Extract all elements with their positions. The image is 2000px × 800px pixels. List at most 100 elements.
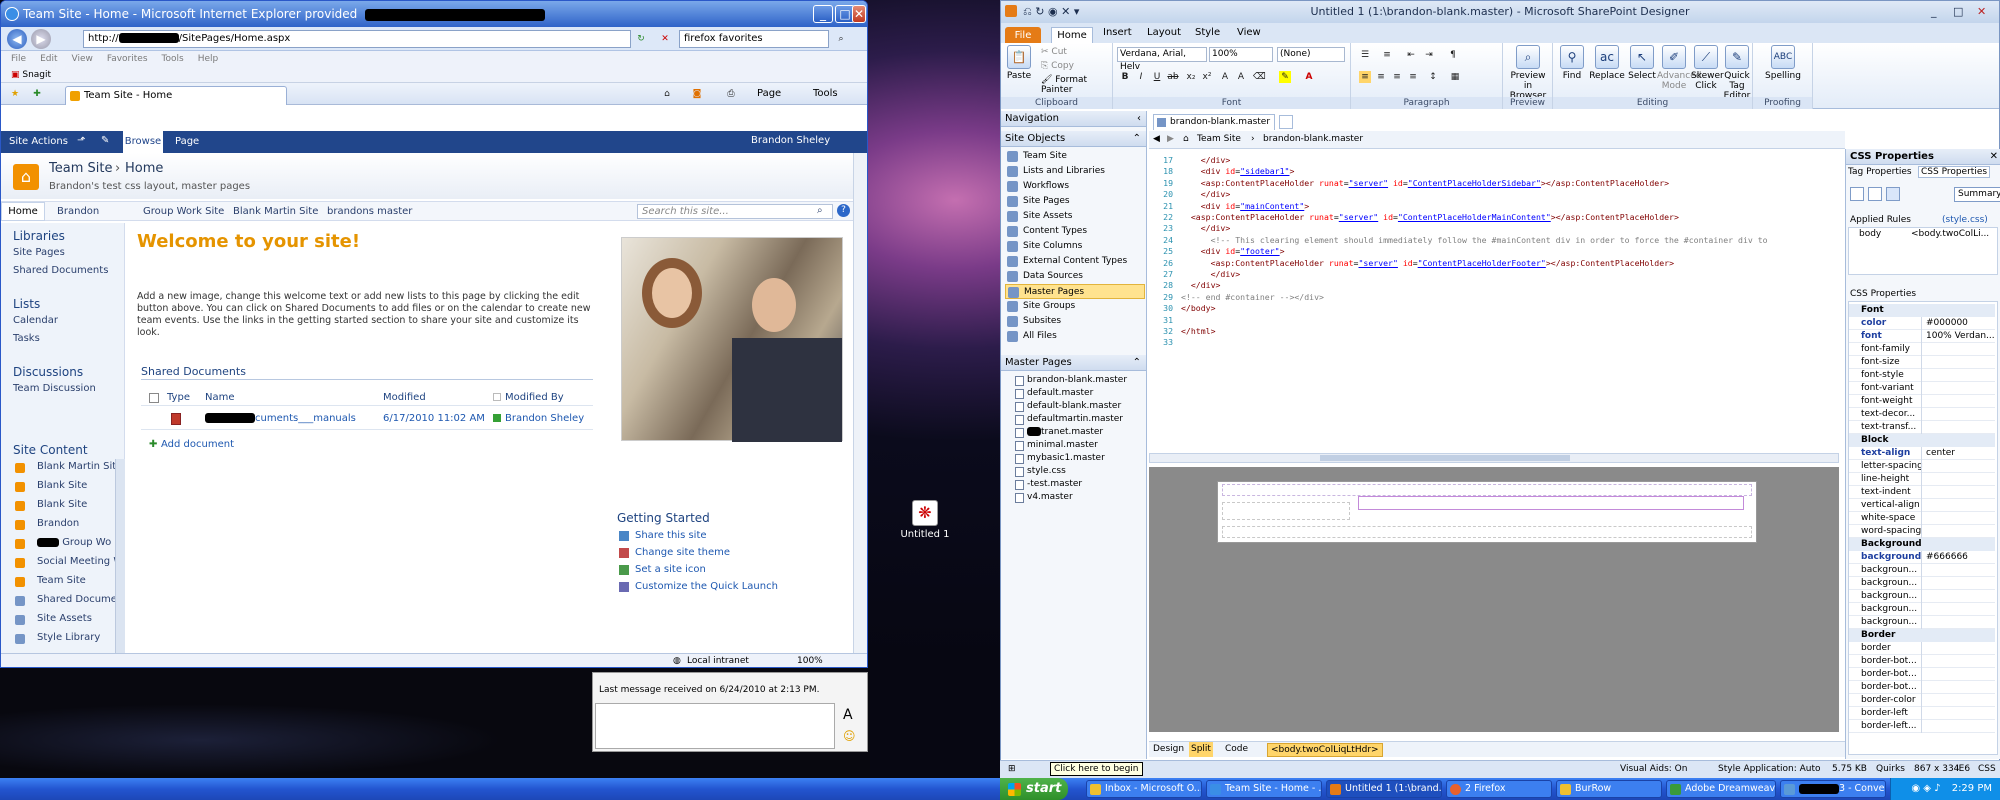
gs-set-icon[interactable]: Set a site icon <box>635 564 706 575</box>
css-property-value[interactable] <box>1921 590 1926 603</box>
css-property-value[interactable] <box>1921 707 1926 720</box>
code-line[interactable]: <!-- This clearing element should immedi… <box>1181 235 1768 245</box>
nav-site-groups[interactable]: Site Groups <box>1005 299 1145 314</box>
ql-site-item[interactable]: Social Meeting W <box>37 556 123 567</box>
maximize-button[interactable]: □ <box>1953 1 1963 23</box>
clear-format-icon[interactable]: ⌫ <box>1253 71 1266 83</box>
nav-data-sources[interactable]: Data Sources <box>1005 269 1145 284</box>
code-line[interactable]: <div id="sidebar1"> <box>1181 166 1295 176</box>
underline-button[interactable]: U <box>1151 71 1163 83</box>
task-burrow[interactable]: BurRow <box>1556 780 1662 798</box>
format-painter-button[interactable]: 🖌 Format Painter <box>1041 75 1112 95</box>
alphabetical-icon[interactable] <box>1868 187 1882 201</box>
qat-icons[interactable]: ⎌ ↻ ◉ ✕ ▾ <box>1023 1 1079 23</box>
master-file-item[interactable]: mybasic1.master <box>1015 452 1105 465</box>
italic-button[interactable]: I <box>1135 71 1147 83</box>
master-file-item[interactable]: v4.master <box>1015 491 1073 504</box>
gs-customize-quick-launch[interactable]: Customize the Quick Launch <box>635 581 778 592</box>
code-line[interactable]: </div> <box>1181 155 1231 165</box>
css-property-row[interactable]: font-style <box>1849 369 1995 382</box>
master-file-item[interactable]: minimal.master <box>1015 439 1098 452</box>
align-left-icon[interactable]: ≡ <box>1359 71 1371 83</box>
nav-site-assets[interactable]: Site Assets <box>1005 209 1145 224</box>
categorized-icon[interactable] <box>1850 187 1864 201</box>
css-property-value[interactable] <box>1921 525 1926 538</box>
task-inbox[interactable]: Inbox - Microsoft O... <box>1086 780 1202 798</box>
back-icon[interactable]: ◀ <box>7 29 27 49</box>
nav-master-pages[interactable]: Master Pages <box>1005 284 1145 299</box>
code-line[interactable]: </div> <box>1181 280 1221 290</box>
css-property-value[interactable] <box>1921 408 1926 421</box>
ql-lists-heading[interactable]: Lists <box>13 297 40 311</box>
add-favorites-icon[interactable]: ✚ <box>31 88 43 100</box>
css-property-grid[interactable]: Font color #000000 font 100% Verdan... font-f… <box>1848 301 1998 755</box>
menu-help[interactable]: Help <box>198 54 219 64</box>
css-property-row[interactable]: vertical-align <box>1849 499 1995 512</box>
ql-libraries-heading[interactable]: Libraries <box>13 229 65 243</box>
ql-site-item[interactable]: Style Library <box>37 632 100 643</box>
pilcrow-icon[interactable]: ¶ <box>1447 49 1459 61</box>
css-property-value[interactable] <box>1921 356 1926 369</box>
task-dreamweaver[interactable]: Adobe Dreamweav... <box>1666 780 1776 798</box>
site-title-link[interactable]: Team Site <box>49 161 112 176</box>
shrink-font-button[interactable]: A <box>1235 71 1247 83</box>
css-property-row[interactable]: white-space <box>1849 512 1995 525</box>
skewer-click-button[interactable]: ⟋ Skewer Click <box>1691 45 1724 91</box>
ql-tasks[interactable]: Tasks <box>13 333 40 344</box>
code-line[interactable]: </html> <box>1181 326 1216 336</box>
css-property-value[interactable] <box>1921 369 1926 382</box>
search-input[interactable]: firefox favorites <box>679 30 829 48</box>
task-firefox[interactable]: 2 Firefox <box>1446 780 1552 798</box>
breadcrumb-file[interactable]: brandon-blank.master <box>1263 131 1363 148</box>
ql-site-item[interactable]: Brandon <box>37 518 79 529</box>
new-tab-icon[interactable] <box>1279 115 1293 129</box>
page-menu[interactable]: Page <box>757 87 781 101</box>
ql-site-item[interactable]: Shared Documen <box>37 594 123 605</box>
css-property-value[interactable] <box>1921 499 1926 512</box>
css-property-value[interactable] <box>1921 642 1926 655</box>
css-property-row[interactable]: text-align center <box>1849 447 1995 460</box>
code-horizontal-scrollbar[interactable] <box>1149 453 1839 463</box>
bullets-icon[interactable]: ☰ <box>1359 49 1371 61</box>
copy-button[interactable]: ⎘ Copy <box>1041 61 1074 71</box>
nav-team-site[interactable]: Team Site <box>1005 149 1145 164</box>
site-search-input[interactable]: Search this site... <box>637 204 833 219</box>
css-property-row[interactable]: backgroun... <box>1849 616 1995 629</box>
menu-tools[interactable]: Tools <box>162 54 184 64</box>
code-line[interactable]: </div> <box>1181 189 1231 199</box>
tab-style[interactable]: Style <box>1195 27 1220 38</box>
view-code-button[interactable]: Code <box>1225 742 1248 757</box>
tab-insert[interactable]: Insert <box>1103 27 1132 38</box>
line-spacing-icon[interactable]: ↕ <box>1427 71 1439 83</box>
css-property-row[interactable]: border-color <box>1849 694 1995 707</box>
nav-site-pages[interactable]: Site Pages <box>1005 194 1145 209</box>
spd-app-icon[interactable] <box>1005 5 1017 17</box>
replace-button[interactable]: ac Replace <box>1589 45 1625 81</box>
quick-launch-scrollbar[interactable] <box>115 459 125 653</box>
code-line[interactable]: <asp:ContentPlaceHolder runat="server" i… <box>1181 212 1679 222</box>
css-property-row[interactable]: border <box>1849 642 1995 655</box>
css-property-row[interactable]: font-family <box>1849 343 1995 356</box>
col-modified[interactable]: Modified <box>383 392 426 403</box>
close-icon[interactable]: ✕ <box>1990 149 1998 165</box>
user-menu[interactable]: Brandon Sheley <box>751 135 830 146</box>
align-right-icon[interactable]: ≡ <box>1391 71 1403 83</box>
applied-rules-list[interactable]: body <body.twoColLi... <box>1848 227 1998 275</box>
css-property-row[interactable]: font 100% Verdan... <box>1849 330 1995 343</box>
preview-in-browser-button[interactable]: ⌕ Preview in Browser <box>1505 45 1551 101</box>
add-document-link[interactable]: Add document <box>161 439 234 450</box>
site-actions-menu[interactable]: Site Actions <box>9 136 68 147</box>
tray-icons[interactable]: ◉ ◈ ♪ <box>1911 783 1940 794</box>
master-file-item[interactable]: defaultmartin.master <box>1015 413 1123 426</box>
css-property-row[interactable]: border-bot... <box>1849 655 1995 668</box>
css-section-header[interactable]: Background <box>1849 538 1995 551</box>
css-property-row[interactable]: border-left <box>1849 707 1995 720</box>
font-size-select[interactable]: 100% <box>1209 47 1273 62</box>
topnav-group-work[interactable]: Group Work Site <box>143 206 224 217</box>
task-conversation[interactable]: 3 - Conver... <box>1780 780 1886 798</box>
strikethrough-button[interactable]: ab <box>1167 71 1179 83</box>
css-section-header[interactable]: Block <box>1849 434 1995 447</box>
css-property-row[interactable]: word-spacing <box>1849 525 1995 538</box>
advanced-mode-button[interactable]: ✐ Advanced Mode <box>1657 45 1701 91</box>
col-type[interactable]: Type <box>167 392 190 403</box>
